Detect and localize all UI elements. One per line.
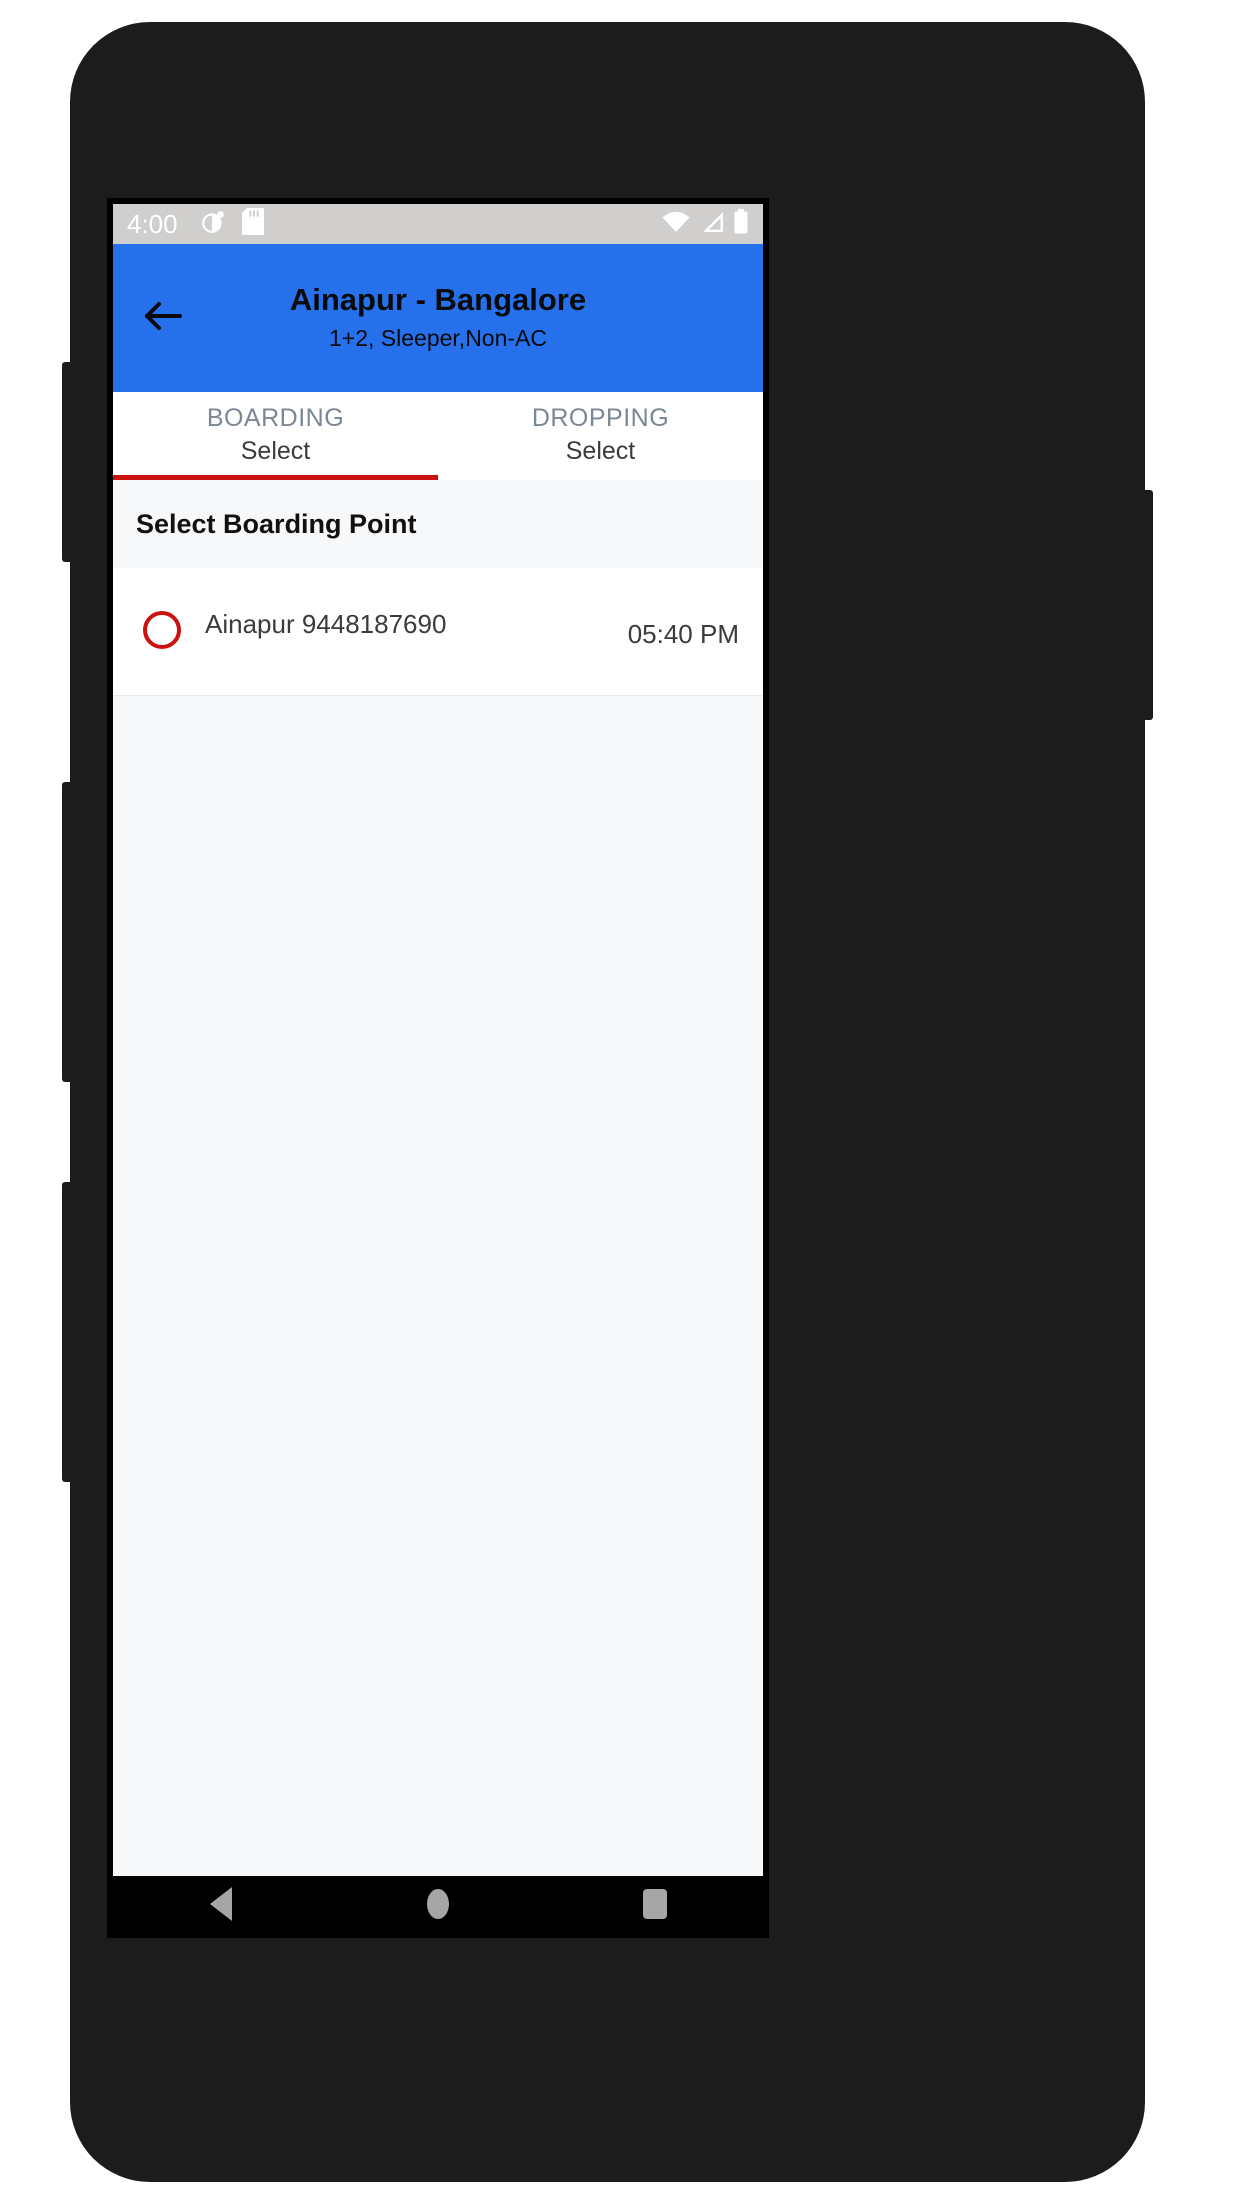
android-navigation-bar — [113, 1876, 763, 1932]
cellular-signal-icon — [699, 211, 724, 238]
empty-content-area — [113, 696, 763, 1876]
battery-icon — [733, 209, 749, 239]
section-header: Select Boarding Point — [113, 480, 763, 568]
volume-down-button[interactable] — [62, 782, 76, 1082]
assistant-button[interactable] — [62, 1182, 76, 1482]
radio-button-icon[interactable] — [143, 610, 181, 649]
back-triangle-icon — [210, 1887, 233, 1921]
boarding-point-label: Ainapur 9448187690 — [205, 609, 447, 639]
status-bar-right-icons — [662, 209, 749, 239]
nav-home-button[interactable] — [393, 1876, 483, 1932]
nav-back-button[interactable] — [176, 1876, 266, 1932]
page-title: Ainapur - Bangalore — [289, 282, 587, 318]
home-circle-icon — [426, 1889, 449, 1919]
app-bar-text-block: Ainapur - Bangalore 1+2, Sleeper,Non-AC — [113, 282, 763, 354]
contrast-circle-icon — [200, 209, 226, 240]
status-bar-left-icons — [200, 208, 264, 240]
status-bar: 4:00 — [113, 204, 763, 244]
app-bar: Ainapur - Bangalore 1+2, Sleeper,Non-AC — [113, 244, 763, 392]
back-button[interactable] — [137, 292, 189, 344]
boarding-dropping-tab-bar: BOARDING Select DROPPING Select — [113, 392, 763, 480]
tab-dropping[interactable]: DROPPING Select — [438, 392, 763, 480]
power-button[interactable] — [1139, 490, 1153, 720]
tab-boarding-value: Select — [240, 437, 311, 466]
sd-card-icon — [241, 208, 264, 240]
app-screen: 4:00 Ainapur - Bangalore 1+2, Sleeper,No… — [113, 204, 763, 1932]
wifi-icon — [662, 211, 690, 238]
tab-boarding-title: BOARDING — [206, 404, 345, 433]
section-header-label: Select Boarding Point — [136, 508, 417, 539]
tab-dropping-title: DROPPING — [531, 404, 670, 433]
boarding-point-time: 05:40 PM — [627, 619, 739, 649]
nav-recents-button[interactable] — [610, 1876, 700, 1932]
status-bar-clock: 4:00 — [127, 209, 178, 239]
tab-boarding[interactable]: BOARDING Select — [113, 392, 438, 480]
tab-dropping-value: Select — [565, 437, 636, 466]
volume-up-button[interactable] — [62, 362, 76, 562]
page-subtitle: 1+2, Sleeper,Non-AC — [329, 324, 547, 351]
back-arrow-icon — [144, 300, 182, 337]
recents-square-icon — [642, 1889, 667, 1919]
boarding-point-list: Ainapur 9448187690 05:40 PM — [113, 568, 763, 696]
boarding-point-row[interactable]: Ainapur 9448187690 05:40 PM — [113, 568, 763, 696]
tab-active-indicator — [113, 475, 438, 480]
